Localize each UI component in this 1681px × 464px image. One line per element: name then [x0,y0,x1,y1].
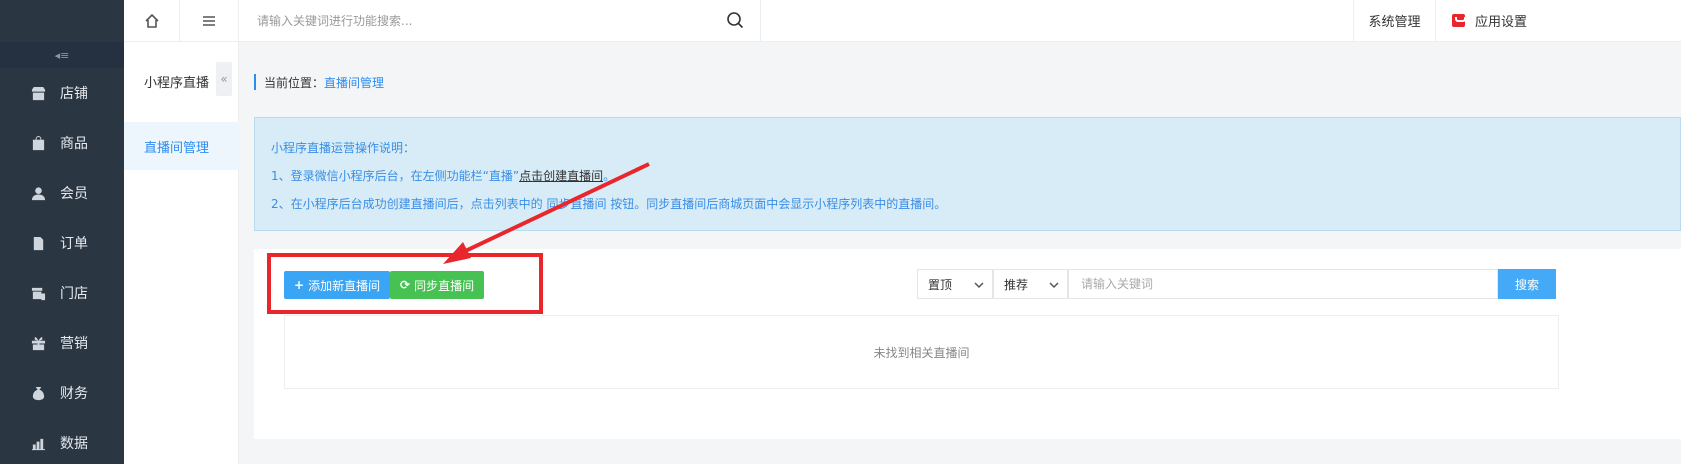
top-bar: 系统管理 应用设置 [124,0,1681,42]
member-icon [30,185,46,201]
order-doc-icon [30,235,46,251]
sidebar-item-label: 营销 [60,336,88,352]
sidebar-item-data[interactable]: 数据 [0,418,124,464]
sidebar-item-label: 会员 [60,186,88,202]
sidebar-item-label: 数据 [60,436,88,452]
live-room-list-card: + 添加新直播间 ⟳ 同步直播间 置顶 推荐 搜索 未找到相关直播间 [254,249,1681,439]
menu-toggle-button[interactable] [180,0,239,41]
sidebar-item-order[interactable]: 订单 [0,218,124,268]
goods-bag-icon [30,135,46,151]
fold-menu-icon[interactable]: « [216,62,232,96]
app-settings-icon [1451,14,1466,27]
gift-icon [30,335,46,351]
sidebar-item-label: 商品 [60,136,88,152]
sidebar-item-member[interactable]: 会员 [0,168,124,218]
breadcrumb: 当前位置： 直播间管理 [254,74,384,90]
live-room-table: 未找到相关直播间 [284,315,1559,389]
keyword-input[interactable] [1068,269,1498,299]
money-bag-icon [30,385,46,401]
sidebar-item-store[interactable]: 店铺 [0,68,124,118]
sidebar-item-label: 门店 [60,286,88,302]
empty-state-text: 未找到相关直播间 [873,345,970,360]
sidebar-item-goods[interactable]: 商品 [0,118,124,168]
recommend-filter-select[interactable]: 推荐 [993,269,1068,299]
home-icon [144,13,159,28]
sidebar-item-label: 财务 [60,386,88,402]
sidebar-item-label: 店铺 [60,86,88,102]
notice-line-1: 1、登录微信小程序后台，在左侧功能栏“直播”点击创建直播间。 [271,162,1664,190]
top-filter-value: 置顶 [928,277,953,292]
secondary-menu: 小程序直播 « 直播间管理 [124,0,239,464]
annotation-highlight-box [267,253,543,314]
create-live-room-link[interactable]: 点击创建直播间 [519,169,603,183]
hamburger-icon [203,15,215,26]
home-button[interactable] [124,0,180,41]
sidebar-item-finance[interactable]: 财务 [0,368,124,418]
breadcrumb-current[interactable]: 直播间管理 [324,74,384,91]
submenu-title: 小程序直播 [144,76,210,91]
submenu-item-live-room[interactable]: 直播间管理 [124,122,239,170]
function-search [239,0,761,41]
sidebar-item-shop[interactable]: 门店 [0,268,124,318]
chevron-down-icon [974,279,984,289]
app-settings-button[interactable]: 应用设置 [1435,0,1543,41]
instructions-notice: 小程序直播运营操作说明： 1、登录微信小程序后台，在左侧功能栏“直播”点击创建直… [254,117,1681,231]
recommend-filter-value: 推荐 [1004,277,1029,292]
function-search-input[interactable] [239,0,699,41]
system-management-button[interactable]: 系统管理 [1353,0,1435,41]
notice-line-2: 2、在小程序后台成功创建直播间后，点击列表中的 同步直播间 按钮。同步直播间后商… [271,197,947,211]
search-button[interactable]: 搜索 [1498,269,1556,299]
shop-icon [30,285,46,301]
sidebar-logo-area [0,0,124,42]
sidebar-item-label: 订单 [60,236,88,252]
chevron-down-icon [1049,279,1059,289]
app-settings-label: 应用设置 [1474,15,1527,30]
search-icon[interactable] [726,11,744,29]
main-sidebar: ◂≡ 店铺 商品 会员 订单 门店 营销 财务 数据 [0,0,124,464]
chart-icon [30,435,46,451]
sidebar-item-marketing[interactable]: 营销 [0,318,124,368]
top-filter-select[interactable]: 置顶 [917,269,993,299]
sidebar-collapse-icon[interactable]: ◂≡ [0,42,124,68]
notice-line-1-end: 。 [603,169,616,183]
breadcrumb-prefix: 当前位置： [264,75,325,90]
notice-line-1-text: 1、登录微信小程序后台，在左侧功能栏“直播” [271,169,520,183]
main-content: 当前位置： 直播间管理 小程序直播运营操作说明： 1、登录微信小程序后台，在左侧… [239,42,1681,464]
notice-title: 小程序直播运营操作说明： [271,141,416,155]
store-icon [30,85,46,101]
